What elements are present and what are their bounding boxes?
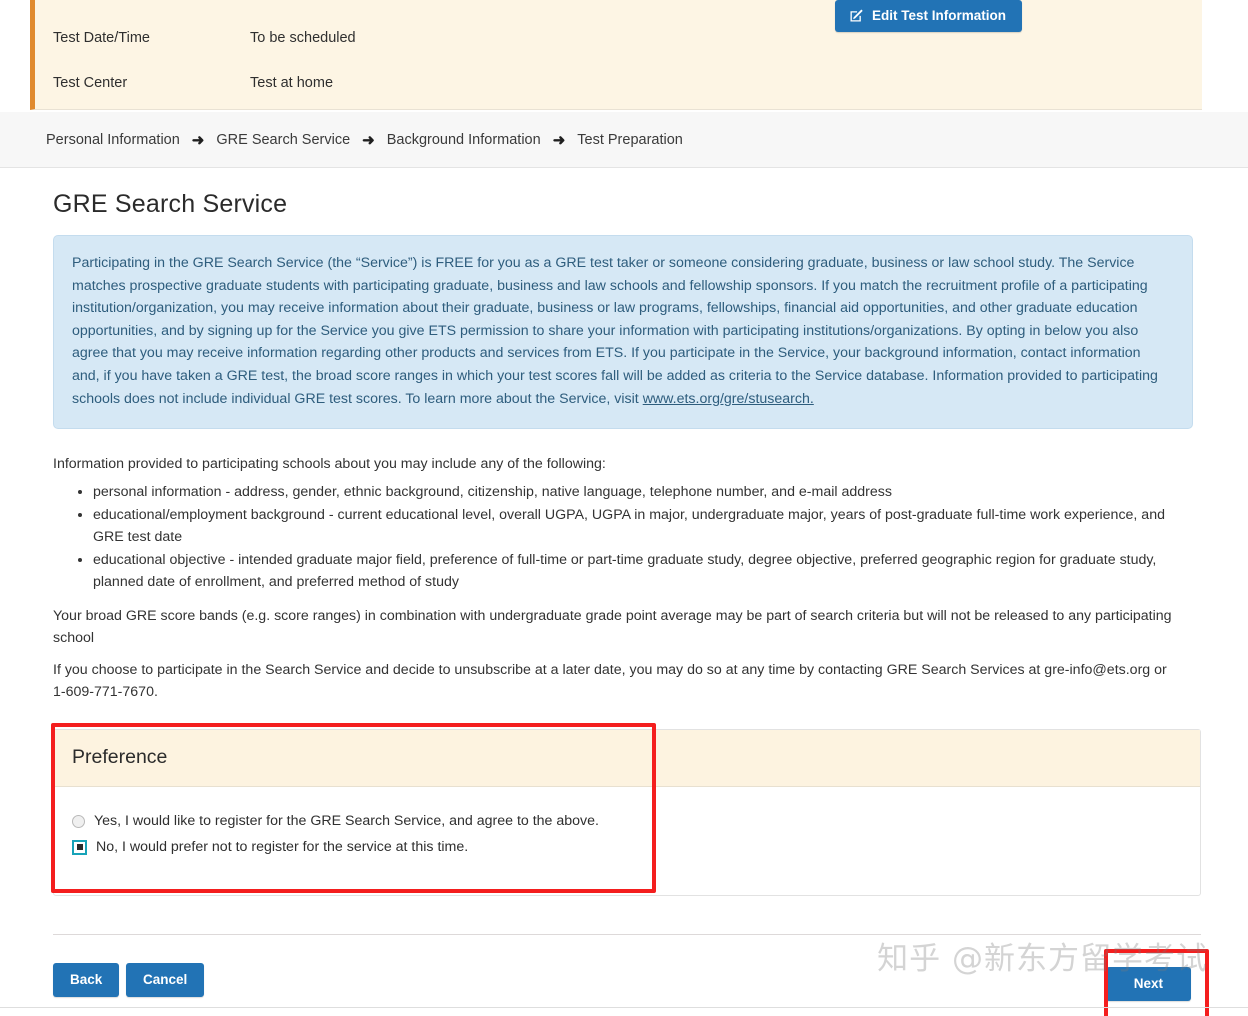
service-notice-text: Participating in the GRE Search Service …	[72, 255, 1158, 407]
breadcrumb-arrow-icon: ➜	[191, 131, 205, 149]
breadcrumb-item-test-preparation[interactable]: Test Preparation	[577, 132, 683, 148]
footer-divider	[53, 934, 1201, 936]
preference-option-no-label: No, I would prefer not to register for t…	[96, 839, 469, 856]
test-date-time-value: To be scheduled	[250, 30, 356, 46]
breadcrumb-arrow-icon: ➜	[362, 131, 375, 149]
preference-panel: Preference Yes, I would like to register…	[53, 729, 1201, 897]
preference-panel-header: Preference	[54, 730, 1200, 788]
page-root: Test Date/Time To be scheduled Test Cent…	[0, 0, 1248, 1016]
preference-option-no[interactable]: No, I would prefer not to register for t…	[72, 839, 1182, 855]
cancel-button[interactable]: Cancel	[126, 963, 205, 998]
score-bands-paragraph: Your broad GRE score bands (e.g. score r…	[53, 608, 1172, 647]
information-list: personal information - address, gender, …	[53, 481, 1188, 593]
list-item: personal information - address, gender, …	[93, 481, 1188, 503]
next-button[interactable]: Next	[1105, 967, 1191, 1002]
breadcrumb-arrow-icon: ➜	[552, 131, 566, 149]
bottom-divider	[0, 1007, 1248, 1008]
edit-test-information-button[interactable]: Edit Test Information	[835, 0, 1022, 32]
information-intro: Information provided to participating sc…	[53, 456, 606, 473]
main-content: GRE Search Service Participating in the …	[15, 168, 1209, 1016]
test-center-label: Test Center	[53, 75, 128, 91]
pencil-square-icon	[849, 8, 864, 23]
edit-test-information-label: Edit Test Information	[872, 8, 1006, 23]
breadcrumb: Personal Information ➜ GRE Search Servic…	[0, 112, 1248, 168]
back-button[interactable]: Back	[53, 963, 120, 998]
test-center-value: Test at home	[250, 75, 334, 91]
list-item: educational/employment background - curr…	[93, 504, 1188, 548]
radio-selected-icon[interactable]	[72, 839, 87, 855]
radio-unselected-icon[interactable]	[72, 814, 85, 828]
unsubscribe-paragraph: If you choose to participate in the Sear…	[53, 662, 1167, 701]
preference-section: Preference Yes, I would like to register…	[51, 723, 1201, 897]
breadcrumb-item-background-information[interactable]: Background Information	[387, 132, 541, 148]
breadcrumb-item-personal-information[interactable]: Personal Information	[46, 132, 180, 148]
page-title: GRE Search Service	[53, 190, 288, 218]
test-date-time-label: Test Date/Time	[53, 30, 150, 46]
preference-panel-body: Yes, I would like to register for the GR…	[54, 787, 1200, 895]
service-notice-box: Participating in the GRE Search Service …	[53, 235, 1193, 430]
ets-stusearch-link[interactable]: www.ets.org/gre/stusearch.	[643, 391, 814, 407]
test-information-panel: Test Date/Time To be scheduled Test Cent…	[30, 0, 1202, 110]
breadcrumb-item-gre-search-service[interactable]: GRE Search Service	[216, 132, 350, 148]
preference-option-yes-label: Yes, I would like to register for the GR…	[94, 813, 599, 830]
preference-option-yes[interactable]: Yes, I would like to register for the GR…	[72, 813, 1182, 829]
list-item: educational objective - intended graduat…	[93, 549, 1188, 593]
preference-heading: Preference	[72, 746, 168, 769]
